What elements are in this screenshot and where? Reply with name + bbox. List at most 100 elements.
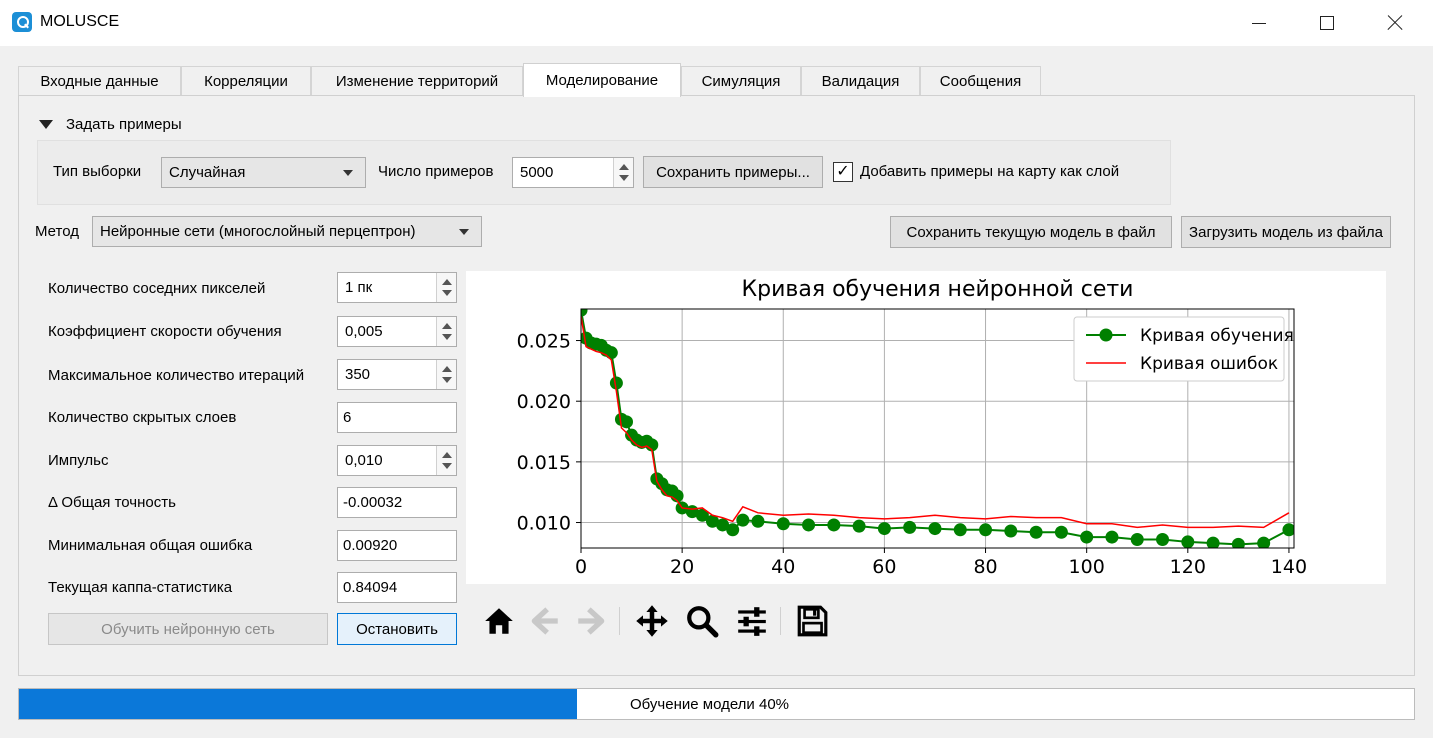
minimize-icon bbox=[1252, 22, 1266, 24]
spin-buttons[interactable] bbox=[436, 360, 456, 389]
spin-down-icon[interactable] bbox=[442, 290, 452, 296]
spin-buttons[interactable] bbox=[613, 158, 633, 187]
samples-collapse-toggle[interactable]: Задать примеры bbox=[39, 116, 182, 133]
tab-messages[interactable]: Сообщения bbox=[920, 66, 1041, 96]
close-button[interactable] bbox=[1366, 0, 1424, 46]
x-tick-label: 40 bbox=[771, 556, 795, 578]
zoom-icon bbox=[687, 606, 719, 638]
y-tick-label: 0.020 bbox=[517, 391, 571, 413]
learning-curve-point bbox=[953, 523, 967, 537]
sample-count-spinbox[interactable]: 5000 bbox=[512, 157, 634, 188]
learning-curve-point bbox=[1156, 533, 1170, 547]
add-to-map-checkbox[interactable]: ✓ bbox=[833, 162, 853, 182]
train-network-button[interactable]: Обучить нейронную сеть bbox=[48, 613, 328, 645]
forward-icon bbox=[578, 607, 605, 635]
spin-up-icon[interactable] bbox=[442, 366, 452, 372]
neighbours-value: 1 пк bbox=[345, 279, 373, 296]
spin-down-icon[interactable] bbox=[442, 334, 452, 340]
title-bar: MOLUSCE bbox=[0, 0, 1433, 46]
learning-curve-point bbox=[604, 346, 618, 360]
triangle-down-icon bbox=[39, 120, 53, 129]
chart-svg: Кривая обучения нейронной сети 0 20 40 60 80 1… bbox=[517, 277, 1307, 578]
x-tick-label: 60 bbox=[872, 556, 896, 578]
chevron-down-icon bbox=[459, 229, 469, 235]
method-value: Нейронные сети (многослойный перцептрон) bbox=[100, 223, 416, 240]
x-tick-label: 80 bbox=[973, 556, 997, 578]
samples-header: Задать примеры bbox=[66, 116, 182, 133]
learning-curve-point bbox=[979, 523, 993, 537]
learning-curve-point bbox=[1282, 523, 1294, 537]
spin-up-icon[interactable] bbox=[442, 279, 452, 285]
max-iterations-value: 350 bbox=[345, 366, 371, 383]
tab-correlations[interactable]: Корреляции bbox=[181, 66, 311, 96]
learning-curve-point bbox=[751, 514, 765, 528]
method-select[interactable]: Нейронные сети (многослойный перцептрон) bbox=[92, 216, 482, 247]
min-error-field: 0.00920 bbox=[337, 530, 457, 561]
spin-down-icon[interactable] bbox=[442, 377, 452, 383]
learning-curve-point bbox=[726, 523, 740, 537]
pan-button[interactable] bbox=[632, 601, 672, 641]
tab-validation[interactable]: Валидация bbox=[801, 66, 920, 96]
toolbar-separator bbox=[780, 607, 781, 635]
learning-curve-point bbox=[1105, 530, 1119, 544]
spin-up-icon[interactable] bbox=[442, 323, 452, 329]
forward-button[interactable] bbox=[571, 601, 611, 641]
progress-fill bbox=[19, 689, 577, 719]
max-iterations-label: Максимальное количество итераций bbox=[48, 367, 305, 384]
sampling-type-value: Случайная bbox=[169, 164, 246, 181]
momentum-spinbox[interactable]: 0,010 bbox=[337, 445, 457, 476]
learning-curve-point bbox=[877, 522, 891, 536]
save-icon bbox=[797, 605, 828, 637]
checkmark-icon: ✓ bbox=[836, 163, 850, 180]
max-iterations-spinbox[interactable]: 350 bbox=[337, 359, 457, 390]
zoom-button[interactable] bbox=[682, 601, 722, 641]
sample-count-label: Число примеров bbox=[378, 163, 494, 180]
tab-simulation[interactable]: Симуляция bbox=[681, 66, 801, 96]
x-tick-label: 20 bbox=[670, 556, 694, 578]
load-model-button[interactable]: Загрузить модель из файла bbox=[1181, 216, 1391, 248]
save-model-button[interactable]: Сохранить текущую модель в файл bbox=[890, 216, 1172, 248]
neighbours-label: Количество соседних пикселей bbox=[48, 280, 266, 297]
home-button[interactable] bbox=[479, 601, 519, 641]
save-figure-button[interactable] bbox=[792, 601, 832, 641]
learning-curve-point bbox=[1054, 525, 1068, 539]
configure-icon bbox=[738, 607, 766, 636]
home-icon bbox=[485, 608, 513, 634]
configure-button[interactable] bbox=[732, 601, 772, 641]
spin-up-icon[interactable] bbox=[442, 452, 452, 458]
learning-curve-point bbox=[852, 519, 866, 533]
hidden-layers-input[interactable]: 6 bbox=[337, 402, 457, 433]
maximize-button[interactable] bbox=[1298, 0, 1356, 46]
toolbar-separator bbox=[619, 607, 620, 635]
spin-down-icon[interactable] bbox=[619, 175, 629, 181]
spin-up-icon[interactable] bbox=[619, 164, 629, 170]
pan-icon bbox=[636, 605, 668, 637]
learning-rate-spinbox[interactable]: 0,005 bbox=[337, 316, 457, 347]
learning-curve-point bbox=[903, 520, 917, 534]
save-samples-button[interactable]: Сохранить примеры... bbox=[643, 156, 823, 188]
learning-curve-point bbox=[1029, 525, 1043, 539]
spin-down-icon[interactable] bbox=[442, 463, 452, 469]
spin-buttons[interactable] bbox=[436, 446, 456, 475]
learning-curve-point bbox=[1130, 533, 1144, 547]
learning-curve-chart: Кривая обучения нейронной сети 0 20 40 60 80 1… bbox=[466, 271, 1386, 584]
learning-rate-value: 0,005 bbox=[345, 323, 383, 340]
sampling-type-select[interactable]: Случайная bbox=[161, 157, 366, 188]
learning-curve-point bbox=[1231, 537, 1245, 548]
stop-button[interactable]: Остановить bbox=[337, 613, 457, 645]
tab-modeling[interactable]: Моделирование bbox=[523, 63, 681, 97]
neighbours-spinbox[interactable]: 1 пк bbox=[337, 272, 457, 303]
tab-input-data[interactable]: Входные данные bbox=[18, 66, 181, 96]
spin-buttons[interactable] bbox=[436, 317, 456, 346]
momentum-label: Импульс bbox=[48, 452, 109, 469]
chart-title: Кривая обучения нейронной сети bbox=[742, 277, 1134, 302]
kappa-label: Текущая каппа-статистика bbox=[48, 579, 233, 596]
spin-buttons[interactable] bbox=[436, 273, 456, 302]
client-area: Входные данные Корреляции Изменение терр… bbox=[0, 46, 1433, 738]
back-button[interactable] bbox=[525, 601, 565, 641]
tab-area-changes[interactable]: Изменение территорий bbox=[311, 66, 523, 96]
kappa-field: 0.84094 bbox=[337, 572, 457, 603]
minimize-button[interactable] bbox=[1230, 0, 1288, 46]
x-tick-label: 0 bbox=[575, 556, 587, 578]
add-to-map-label: Добавить примеры на карту как слой bbox=[860, 163, 1120, 180]
